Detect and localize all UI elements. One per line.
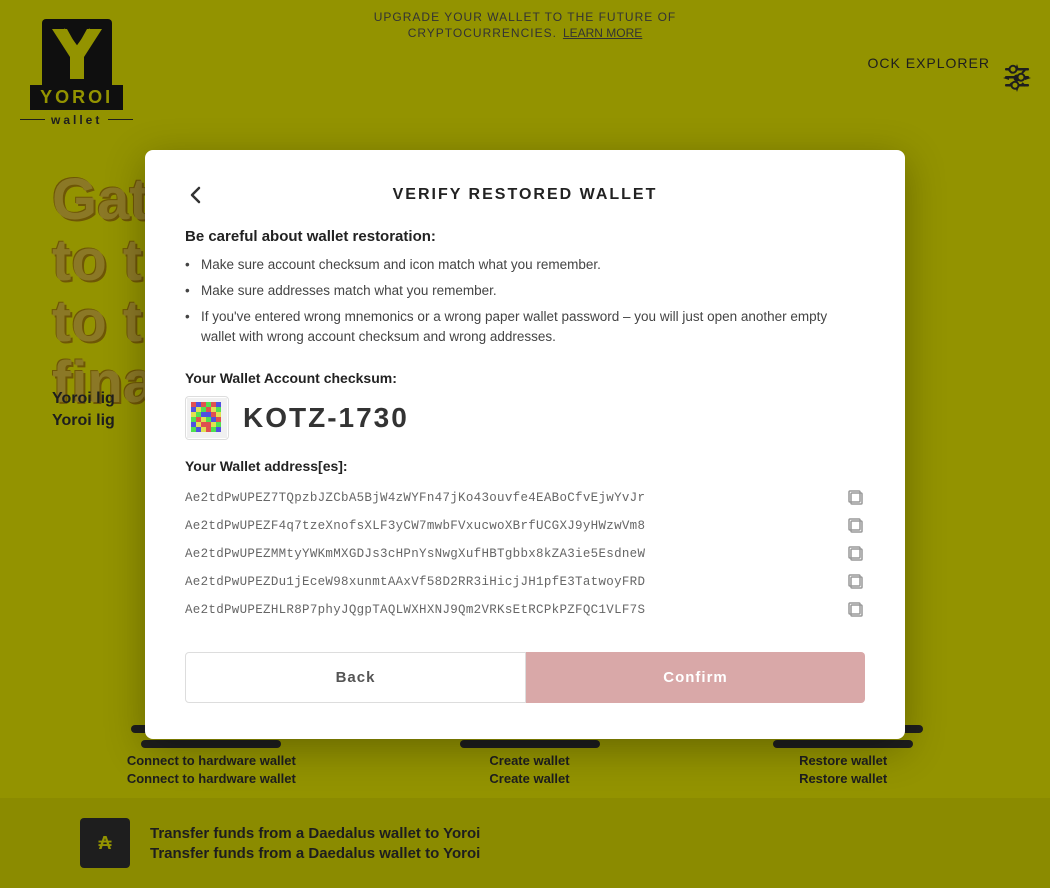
address-text-3: Ae2tdPwUPEZMMtyYWKmMXGDJs3cHPnYsNwgXufHB…: [185, 547, 645, 561]
copy-icon-4[interactable]: [847, 573, 865, 591]
checksum-value: KOTZ-1730: [243, 402, 409, 434]
copy-icon-1[interactable]: [847, 489, 865, 507]
back-arrow-icon: [185, 184, 207, 206]
checksum-label: Your Wallet Account checksum:: [185, 370, 865, 386]
warning-list: Make sure account checksum and icon matc…: [185, 255, 865, 348]
back-icon-button[interactable]: [185, 184, 207, 206]
warning-item-2: Make sure addresses match what you remem…: [185, 281, 865, 301]
address-text-2: Ae2tdPwUPEZF4q7tzeXnofsXLF3yCW7mwbFVxucw…: [185, 519, 645, 533]
address-text-4: Ae2tdPwUPEZDu1jEceW98xunmtAAxVf58D2RR3iH…: [185, 575, 645, 589]
warning-item-1: Make sure account checksum and icon matc…: [185, 255, 865, 275]
address-row-1: Ae2tdPwUPEZ7TQpzbJZCbA5BjW4zWYFn47jKo43o…: [185, 484, 865, 512]
modal-header: VERIFY RESTORED WALLET: [185, 186, 865, 204]
modal: VERIFY RESTORED WALLET Be careful about …: [145, 150, 905, 739]
modal-footer: Back Confirm: [185, 652, 865, 703]
copy-icon-5[interactable]: [847, 601, 865, 619]
checksum-row: KOTZ-1730: [185, 396, 865, 440]
addresses-section: Your Wallet address[es]: Ae2tdPwUPEZ7TQp…: [185, 458, 865, 624]
addresses-label: Your Wallet address[es]:: [185, 458, 865, 474]
warning-item-3: If you've entered wrong mnemonics or a w…: [185, 307, 865, 348]
checksum-section: Your Wallet Account checksum:: [185, 370, 865, 440]
address-text-5: Ae2tdPwUPEZHLR8P7phyJQgpTAQLWXHXNJ9Qm2VR…: [185, 603, 645, 617]
modal-overlay: VERIFY RESTORED WALLET Be careful about …: [0, 0, 1050, 888]
address-row-4: Ae2tdPwUPEZDu1jEceW98xunmtAAxVf58D2RR3iH…: [185, 568, 865, 596]
confirm-button[interactable]: Confirm: [526, 652, 865, 703]
warning-title: Be careful about wallet restoration:: [185, 228, 865, 245]
back-button[interactable]: Back: [185, 652, 526, 703]
address-row-3: Ae2tdPwUPEZMMtyYWKmMXGDJs3cHPnYsNwgXufHB…: [185, 540, 865, 568]
checksum-icon: [185, 396, 229, 440]
copy-icon-3[interactable]: [847, 545, 865, 563]
copy-icon-2[interactable]: [847, 517, 865, 535]
warning-section: Be careful about wallet restoration: Mak…: [185, 228, 865, 348]
address-row-5: Ae2tdPwUPEZHLR8P7phyJQgpTAQLWXHXNJ9Qm2VR…: [185, 596, 865, 624]
address-row-2: Ae2tdPwUPEZF4q7tzeXnofsXLF3yCW7mwbFVxucw…: [185, 512, 865, 540]
modal-title: VERIFY RESTORED WALLET: [393, 186, 658, 204]
address-text-1: Ae2tdPwUPEZ7TQpzbJZCbA5BjW4zWYFn47jKo43o…: [185, 491, 645, 505]
